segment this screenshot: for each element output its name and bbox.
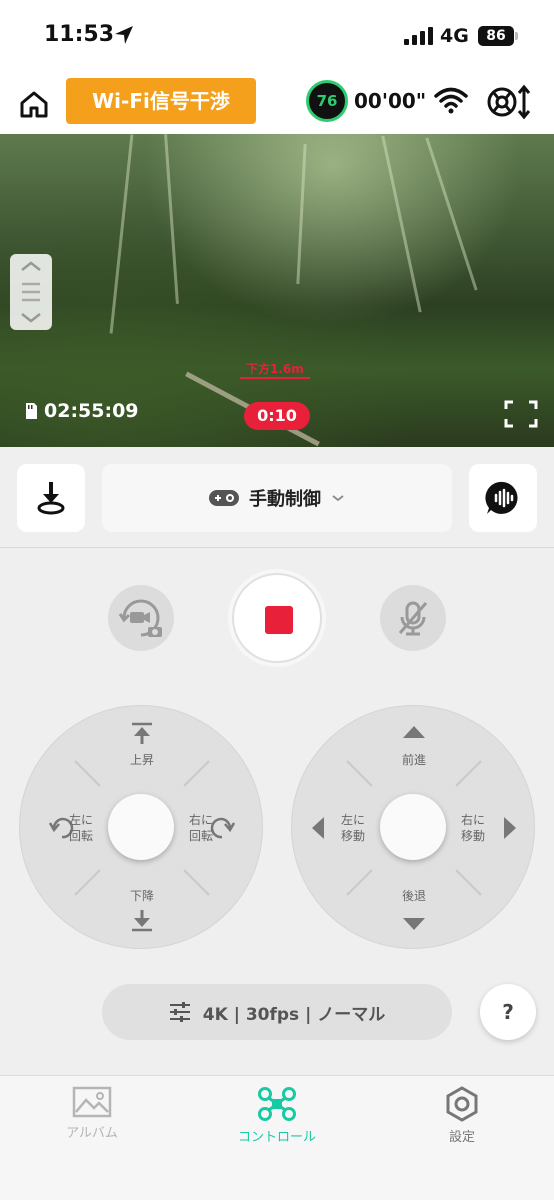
phone-battery: 86 (478, 26, 514, 46)
gimbal-tilt-pad[interactable] (10, 254, 52, 330)
status-time: 11:53 (44, 22, 115, 47)
control-panel: 手動制御 上昇 下降 左に 回転 右に 回転 前進 後退 左に 移動 右に 移動… (0, 447, 554, 1075)
video-settings-label: 4K | 30fps | ノーマル (202, 1004, 386, 1025)
left-joystick-knob[interactable] (108, 794, 174, 860)
control-mode-select[interactable]: 手動制御 (102, 464, 452, 532)
wifi-interference-badge[interactable]: Wi-Fi信号干渉 (66, 78, 256, 124)
voice-wave-icon (485, 481, 518, 514)
tree-trunk (296, 144, 307, 284)
fullscreen-icon[interactable] (504, 400, 538, 428)
label-ascend: 上昇 (129, 753, 154, 767)
record-button[interactable] (232, 573, 322, 663)
drone-controller-icon[interactable] (486, 84, 532, 120)
status-bar: 11:53 4G 86 (0, 0, 554, 72)
tree-trunk (425, 137, 478, 291)
control-mode-label: 手動制御 (249, 489, 321, 510)
help-button[interactable]: ? (480, 984, 536, 1040)
battery-tip (515, 32, 518, 40)
distance-indicator: 下方1.6m (240, 360, 310, 379)
remaining-time-text: 02:55:09 (44, 400, 139, 422)
chevron-down-icon (332, 495, 344, 502)
download-button[interactable] (17, 464, 85, 532)
camera-switch-icon (118, 599, 162, 637)
bottom-tab-bar: アルバム コントロール 設定 (0, 1075, 554, 1200)
stop-icon (265, 606, 293, 634)
tree-trunk (164, 134, 179, 304)
recording-elapsed-badge: 0:10 (244, 402, 310, 430)
voice-control-button[interactable] (469, 464, 537, 532)
tree-trunk (109, 134, 134, 334)
label-forward: 前進 (401, 753, 426, 767)
right-joystick[interactable]: 前進 後退 左に 移動 右に 移動 (291, 705, 535, 949)
location-arrow-icon (115, 26, 133, 44)
label-backward: 後退 (401, 889, 426, 903)
tab-album[interactable]: アルバム (22, 1086, 162, 1141)
microphone-toggle-button[interactable] (380, 585, 446, 651)
camera-feed[interactable]: 下方1.6m 02:55:09 0:10 (0, 134, 554, 447)
label-descend: 下降 (129, 889, 154, 903)
label-rotate-left: 左に 回転 (68, 813, 93, 843)
tab-control-label: コントロール (237, 1130, 316, 1145)
microphone-muted-icon (398, 601, 428, 636)
tab-settings[interactable]: 設定 (392, 1086, 532, 1145)
flight-time: 00'00" (354, 89, 427, 113)
switch-photo-video-button[interactable] (108, 585, 174, 651)
drone-icon (258, 1087, 296, 1121)
tab-control[interactable]: コントロール (207, 1086, 347, 1145)
gamepad-icon (209, 490, 239, 506)
remaining-time: 02:55:09 (24, 400, 139, 422)
tree-trunk (381, 135, 422, 313)
tab-settings-label: 設定 (448, 1130, 475, 1145)
network-type: 4G (440, 25, 469, 47)
hexagon-gear-icon (446, 1086, 478, 1122)
app-header: Wi-Fi信号干渉 76 00'00" (0, 72, 554, 134)
label-rotate-right: 右に 回転 (188, 813, 213, 843)
gimbal-tilt-icon (21, 261, 41, 323)
label-move-left: 左に 移動 (340, 813, 365, 843)
sliders-icon (169, 1002, 190, 1022)
wifi-icon[interactable] (434, 86, 468, 114)
cellular-signal-icon (404, 27, 433, 45)
video-settings-button[interactable]: 4K | 30fps | ノーマル (102, 984, 452, 1040)
download-icon (37, 482, 65, 515)
mode-row: 手動制御 (0, 447, 554, 548)
drone-battery-indicator: 76 (306, 80, 348, 122)
home-icon[interactable] (18, 88, 50, 120)
right-joystick-knob[interactable] (380, 794, 446, 860)
label-move-right: 右に 移動 (460, 813, 485, 843)
left-joystick[interactable]: 上昇 下降 左に 回転 右に 回転 (19, 705, 263, 949)
image-icon (72, 1086, 112, 1118)
sd-card-icon (26, 403, 37, 419)
tab-album-label: アルバム (66, 1126, 118, 1141)
